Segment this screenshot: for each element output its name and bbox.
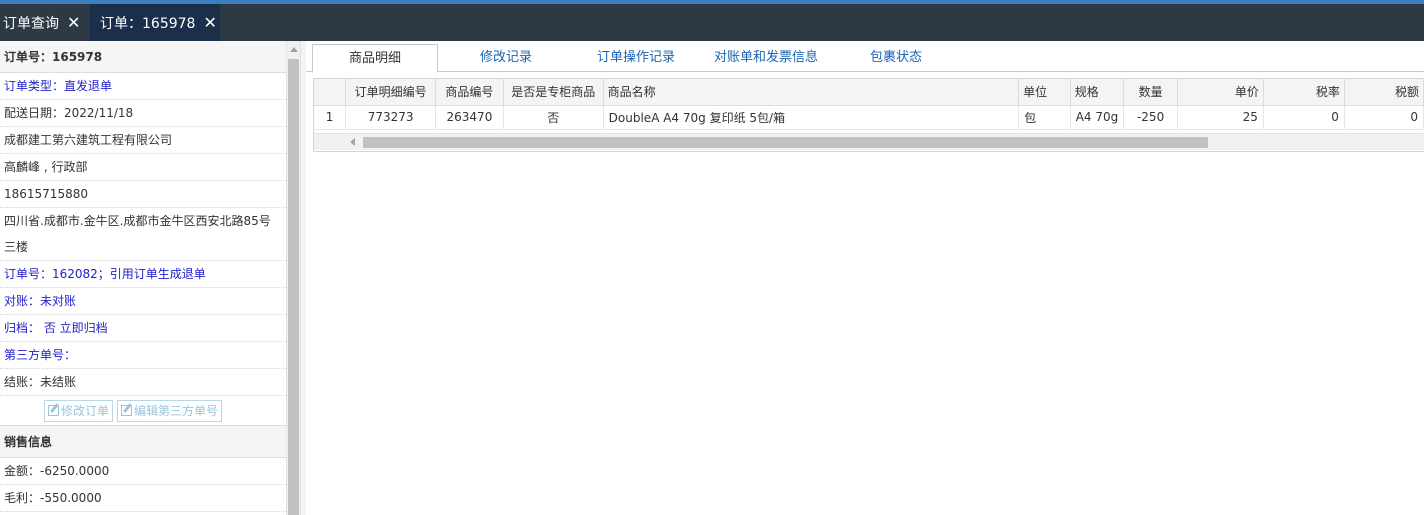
column-header[interactable]: 税额 — [1344, 79, 1424, 106]
row-number: 1 — [314, 105, 347, 130]
column-header[interactable]: 数量 — [1123, 79, 1178, 106]
quantity-cell: -250 — [1123, 105, 1178, 130]
scrollbar-thumb[interactable] — [288, 59, 299, 515]
column-header[interactable]: 单位 — [1018, 79, 1071, 106]
scrollbar-thumb[interactable] — [363, 137, 1208, 148]
column-header[interactable]: 税率 — [1263, 79, 1345, 106]
tab-operation-log[interactable]: 订单操作记录 — [576, 44, 696, 72]
unit-cell: 包 — [1018, 105, 1071, 130]
edit-icon — [48, 405, 59, 416]
tab-label: 订单查询 — [3, 15, 59, 32]
order-number-header: 订单号：165978 — [0, 41, 286, 73]
column-header[interactable]: 商品编号 — [435, 79, 504, 106]
tab-product-details[interactable]: 商品明细 — [312, 44, 438, 73]
detail-panel: 商品明细 修改记录 订单操作记录 对账单和发票信息 包裹状态 订单明细编号 商品… — [306, 41, 1424, 515]
product-name-link[interactable]: DoubleA A4 70g 复印纸 5包/箱 — [603, 105, 1020, 130]
archive-status[interactable]: 归档： 否 立即归档 — [0, 315, 286, 342]
column-header — [314, 79, 347, 106]
tax-amount-cell: 0 — [1344, 105, 1424, 130]
grid-horizontal-scrollbar[interactable] — [314, 133, 1424, 150]
scroll-left-icon[interactable] — [350, 138, 355, 146]
order-type: 订单类型：直发退单 — [0, 73, 286, 100]
edit-third-party-button[interactable]: 编辑第三方单号 — [117, 399, 223, 422]
tab-order-query[interactable]: 订单查询 ✕ — [0, 4, 88, 41]
contact-phone: 18615715880 — [0, 181, 286, 208]
reconcile-status: 对账：未对账 — [0, 288, 286, 315]
tab-statement-invoice[interactable]: 对账单和发票信息 — [698, 44, 834, 72]
sales-info-header: 销售信息 — [0, 426, 286, 458]
edit-third-party-label: 编辑第三方单号 — [134, 403, 219, 418]
unit-price-cell: 25 — [1177, 105, 1264, 130]
settle-status: 结账：未结账 — [0, 369, 286, 396]
customer-company: 成都建工第六建筑工程有限公司 — [0, 127, 286, 154]
left-panel-scrollbar[interactable] — [286, 41, 300, 515]
column-header[interactable]: 商品名称 — [603, 79, 1020, 106]
close-icon[interactable]: ✕ — [67, 13, 80, 32]
table-row[interactable]: 1 773273 263470 否 DoubleA A4 70g 复印纸 5包/… — [314, 105, 1424, 130]
column-header[interactable]: 单价 — [1177, 79, 1264, 106]
gross-profit: 毛利：-550.0000 — [0, 485, 286, 512]
table-header-row: 订单明细编号 商品编号 是否是专柜商品 商品名称 单位 规格 数量 单价 税率 … — [314, 79, 1424, 106]
order-actions: 修改订单 编辑第三方单号 — [0, 396, 286, 426]
product-table: 订单明细编号 商品编号 是否是专柜商品 商品名称 单位 规格 数量 单价 税率 … — [314, 79, 1424, 130]
contact-person: 高麟峰 , 行政部 — [0, 154, 286, 181]
edit-icon — [121, 405, 133, 416]
tab-order-detail[interactable]: 订单：165978 ✕ — [90, 4, 220, 41]
third-party-number: 第三方单号： — [0, 342, 286, 369]
tab-bar: 订单查询 ✕ 订单：165978 ✕ — [0, 4, 1424, 41]
column-header[interactable]: 规格 — [1070, 79, 1125, 106]
column-header[interactable]: 订单明细编号 — [345, 79, 437, 106]
product-code-link[interactable]: 263470 — [435, 105, 504, 130]
tab-package-status[interactable]: 包裹状态 — [851, 44, 941, 72]
spec-cell: A4 70g — [1070, 105, 1125, 130]
column-header[interactable]: 是否是专柜商品 — [503, 79, 604, 106]
tab-label: 订单：165978 — [100, 15, 196, 32]
product-grid: 订单明细编号 商品编号 是否是专柜商品 商品名称 单位 规格 数量 单价 税率 … — [313, 78, 1424, 152]
tax-rate-cell: 0 — [1263, 105, 1345, 130]
order-info-panel: 订单号：165978 订单类型：直发退单 配送日期：2022/11/18 成都建… — [0, 41, 286, 515]
close-icon[interactable]: ✕ — [203, 13, 216, 32]
edit-order-label: 修改订单 — [61, 403, 110, 418]
reference-order[interactable]: 订单号：162082；引用订单生成退单 — [0, 261, 286, 288]
scroll-up-icon[interactable] — [290, 47, 298, 52]
detail-tabs: 商品明细 修改记录 订单操作记录 对账单和发票信息 包裹状态 — [306, 41, 1424, 73]
delivery-address: 四川省.成都市.金牛区.成都市金牛区西安北路85号三楼 — [0, 208, 286, 261]
edit-order-button[interactable]: 修改订单 — [44, 399, 114, 422]
counter-product-cell: 否 — [503, 105, 604, 130]
delivery-date: 配送日期：2022/11/18 — [0, 100, 286, 127]
sales-amount: 金额：-6250.0000 — [0, 458, 286, 485]
detail-id-cell: 773273 — [345, 105, 437, 130]
tab-change-log[interactable]: 修改记录 — [456, 44, 556, 72]
